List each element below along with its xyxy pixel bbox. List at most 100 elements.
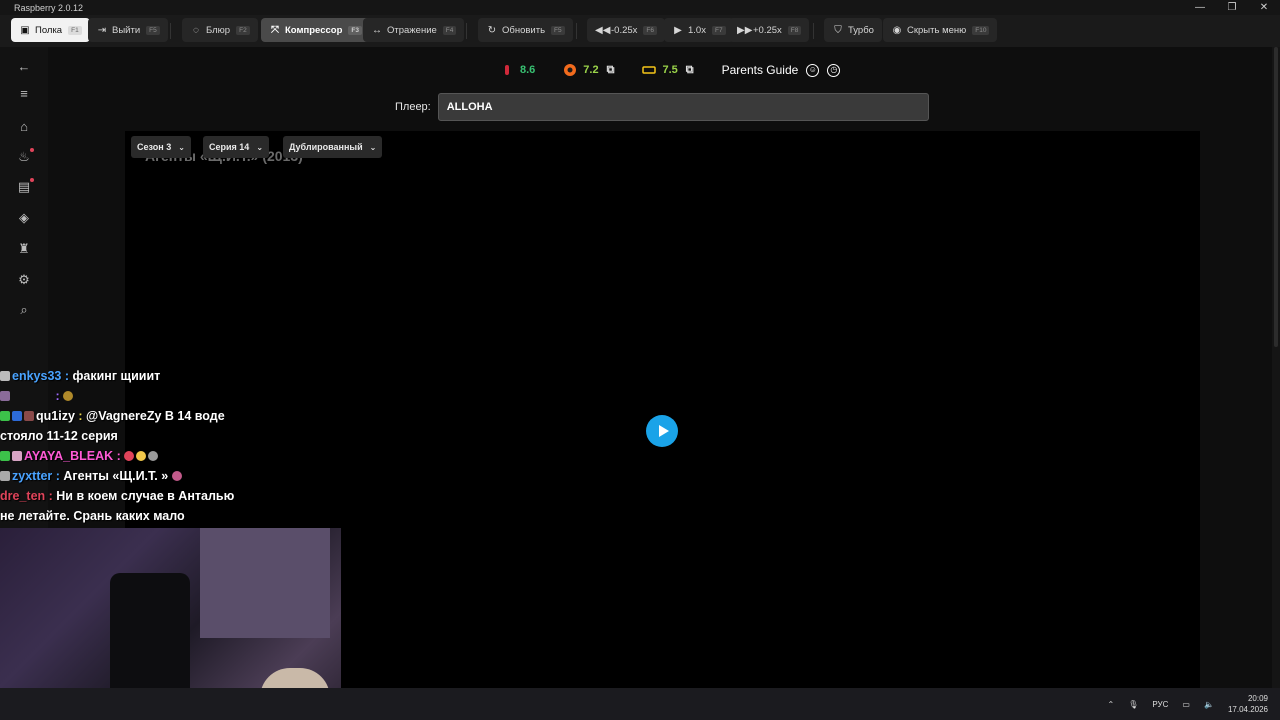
blur-button[interactable]: ◌ Блюр F2 (182, 18, 258, 42)
smiley-icon: ☺ (806, 63, 820, 77)
fire-glyph: ♨ (18, 149, 30, 164)
badge-icon (0, 371, 10, 381)
turbo-button[interactable]: ⛉ Турбо (824, 18, 882, 42)
microphone-icon[interactable]: 🎙 (1128, 700, 1138, 709)
back-icon[interactable]: ← (14, 57, 34, 77)
imdb-rating[interactable]: 7.5 ⧉ (642, 63, 694, 77)
compass-icon[interactable]: ◈ (14, 208, 34, 228)
compressor-hotkey: F3 (348, 25, 362, 35)
exit-label: Выйти (112, 24, 141, 36)
scrollbar[interactable] (1272, 47, 1280, 688)
badge-icon (12, 411, 22, 421)
badge-icon (12, 451, 22, 461)
player-row: Плеер: ALLOHA (395, 93, 929, 121)
hide-menu-hotkey: F10 (972, 25, 990, 35)
season-select[interactable]: Сезон 3 ⌄ (131, 136, 191, 158)
chat-text: Агенты «Щ.И.Т. » (63, 469, 169, 483)
book-glyph: ▤ (17, 179, 31, 194)
badge-icon (0, 391, 10, 401)
chat-message: стояло 11-12 серия (0, 426, 300, 446)
volume-icon[interactable]: 🔈 (1204, 700, 1214, 709)
menu-icon[interactable]: ≡ (14, 84, 34, 104)
speed-up-button[interactable]: ▶▶ +0.25x F8 (729, 18, 810, 42)
blur-icon: ◌ (193, 24, 199, 36)
parents-guide[interactable]: Parents Guide ☺ ◷ (722, 63, 841, 77)
chevron-down-icon: ⌄ (369, 142, 377, 152)
app-root: Raspberry 2.0.12 — ❐ ✕ ▣ Полка F1 ⇥ Выйт… (0, 0, 1280, 720)
home-icon[interactable]: ⌂ (14, 117, 34, 137)
search-icon[interactable]: ⌕ (14, 300, 34, 320)
fire-icon[interactable]: ♨ (14, 147, 34, 167)
refresh-button[interactable]: ↻ Обновить F5 (478, 18, 573, 42)
play-icon: ▶ (674, 24, 682, 36)
chat-username: qu1izy (36, 409, 75, 423)
hide-menu-label: Скрыть меню (907, 24, 967, 36)
badge-icon (0, 411, 10, 421)
hide-menu-button[interactable]: ◉ Скрыть меню F10 (883, 18, 998, 42)
shelf-button[interactable]: ▣ Полка F1 (11, 18, 90, 42)
shield-icon: ⛉ (834, 24, 842, 36)
badge-icon (0, 471, 10, 481)
toolbar-divider (813, 23, 814, 39)
ratings-row: 8.6 7.2 ⧉ 7.5 ⧉ Parents Guide ☺ ◷ (500, 61, 841, 79)
play-button[interactable] (646, 415, 678, 447)
speed-reset-button[interactable]: ▶ 1.0x F7 (664, 18, 734, 42)
chat-username: dre_ten (0, 489, 46, 503)
turbo-label: Турбо (848, 24, 874, 36)
chat-separator: : (113, 449, 125, 463)
player-select[interactable]: ALLOHA (437, 93, 929, 121)
episode-select[interactable]: Серия 14 ⌄ (203, 136, 270, 158)
chat-username: enkys33 (12, 369, 62, 383)
minimize-button[interactable]: — (1184, 0, 1216, 15)
imdb-value: 7.5 (662, 64, 678, 76)
network-icon[interactable]: ▭ (1182, 700, 1190, 709)
trophy-icon[interactable]: ♜ (14, 239, 34, 259)
chat-message: dre_ten : Ни в коем случае в Анталью (0, 486, 300, 506)
window-title: Raspberry 2.0.12 (14, 2, 84, 13)
emote-icon (136, 451, 147, 461)
clock-icon[interactable]: ◷ (827, 63, 841, 77)
notification-dot (30, 148, 34, 152)
chat-separator: : (52, 469, 64, 483)
mirror-button[interactable]: ↔ Отражение F4 (363, 18, 465, 42)
play-icon (658, 425, 669, 437)
toolbar-divider (170, 23, 171, 39)
gear-icon[interactable]: ⚙ (14, 270, 34, 290)
speed-reset-label: 1.0x (688, 24, 706, 36)
title-bar: Raspberry 2.0.12 — ❐ ✕ (0, 0, 1280, 15)
clock-time: 20:09 (1247, 694, 1268, 703)
kinopoisk-value: 8.6 (520, 64, 536, 76)
chat-separator: : (45, 489, 57, 503)
chat-message: AYAYA_BLEAK : (0, 446, 300, 466)
speed-up-hotkey: F8 (787, 25, 802, 35)
compressor-button[interactable]: ⤧ Компрессор F3 (261, 18, 370, 42)
external-link-icon[interactable]: ⧉ (686, 64, 694, 77)
close-button[interactable]: ✕ (1248, 0, 1280, 15)
secondary-rating[interactable]: 7.2 ⧉ (563, 63, 614, 77)
chat-message: zyxtter : Агенты «Щ.И.Т. » (0, 466, 300, 486)
language-indicator[interactable]: РУС (1152, 700, 1168, 709)
refresh-label: Обновить (502, 24, 546, 36)
secondary-rating-value: 7.2 (583, 64, 599, 76)
chevron-up-icon[interactable]: ⌃ (1108, 700, 1115, 709)
scrollbar-thumb[interactable] (1274, 47, 1278, 347)
external-link-icon[interactable]: ⧉ (607, 64, 615, 77)
chat-text: стояло 11-12 серия (0, 429, 118, 443)
imdb-icon (642, 66, 657, 74)
dub-select[interactable]: Дублированный ⌄ (283, 136, 383, 158)
clock[interactable]: 20:09 17.04.2026 (1228, 693, 1268, 715)
toolbar-divider (466, 23, 467, 39)
clock-date: 17.04.2026 (1227, 705, 1268, 714)
restore-button[interactable]: ❐ (1216, 0, 1248, 15)
chat-username: zyxtter (12, 469, 53, 483)
exit-button[interactable]: ⇥ Выйти F5 (88, 18, 168, 42)
speed-reset-hotkey: F7 (711, 25, 726, 35)
emote-icon (172, 471, 183, 481)
speed-down-button[interactable]: ◀◀ -0.25x F6 (587, 18, 665, 42)
mirror-label: Отражение (387, 24, 437, 36)
shelf-label: Полка (35, 24, 63, 36)
episode-value: Серия 14 (209, 142, 250, 152)
system-tray: ⌃ 🎙 РУС ▭ 🔈 20:09 17.04.2026 (1094, 688, 1268, 720)
chat-separator: : (74, 409, 87, 423)
book-icon[interactable]: ▤ (14, 177, 34, 197)
